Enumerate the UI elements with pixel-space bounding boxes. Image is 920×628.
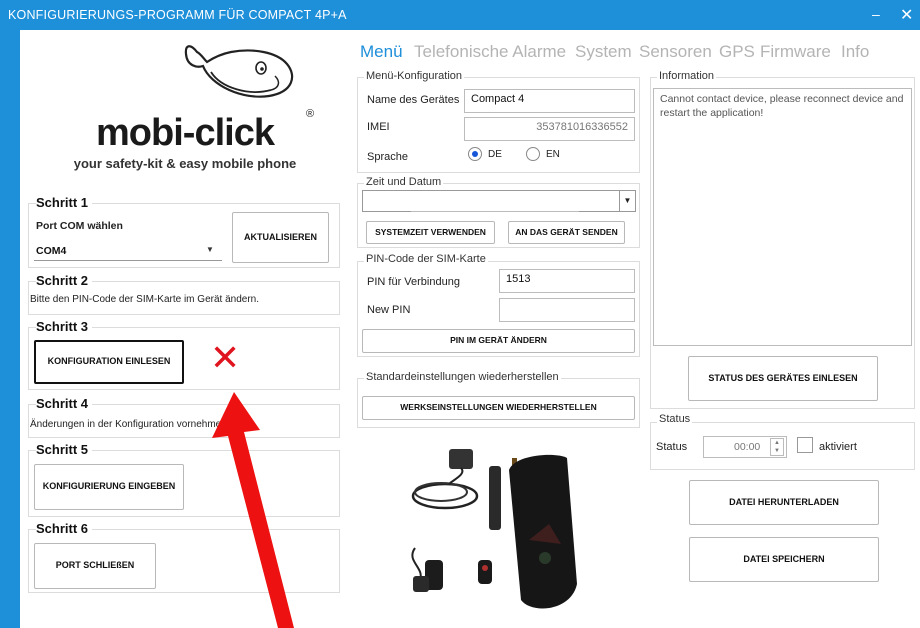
imei-label: IMEI bbox=[367, 121, 390, 133]
status-label: Status bbox=[656, 441, 688, 453]
refresh-button[interactable]: AKTUALISIEREN bbox=[232, 212, 329, 263]
window-title: KONFIGURIERUNGS-PROGRAMM FÜR COMPACT 4P+… bbox=[8, 8, 347, 22]
write-config-button[interactable]: KONFIGURIERUNG EINGEBEN bbox=[34, 464, 184, 510]
information-textarea[interactable]: Cannot contact device, please reconnect … bbox=[653, 88, 912, 346]
factory-reset-button[interactable]: WERKSEINSTELLUNGEN WIEDERHERSTELLEN bbox=[362, 396, 635, 420]
chevron-down-icon: ▼ bbox=[206, 245, 214, 254]
window-left-border bbox=[0, 30, 20, 628]
pin-label: PIN für Verbindung bbox=[367, 276, 460, 288]
spinner-icon: ▲ ▼ bbox=[770, 438, 784, 456]
information-message: Cannot contact device, please reconnect … bbox=[660, 93, 904, 119]
close-icon: ✕ bbox=[210, 337, 241, 378]
reset-legend: Standardeinstellungen wiederherstellen bbox=[364, 371, 561, 383]
minimize-button[interactable]: – bbox=[872, 6, 880, 22]
device-name-input[interactable]: Compact 4 bbox=[464, 89, 635, 113]
close-button[interactable]: ✕ bbox=[900, 5, 913, 25]
step2-title: Schritt 2 bbox=[36, 273, 93, 288]
title-bar: KONFIGURIERUNGS-PROGRAMM FÜR COMPACT 4P+… bbox=[0, 0, 920, 30]
device-kit-image bbox=[411, 449, 577, 609]
key-fob-icon bbox=[478, 560, 492, 584]
language-de-label: DE bbox=[488, 149, 502, 160]
datetime-divider bbox=[411, 211, 579, 212]
antenna-cable-coil bbox=[411, 482, 479, 510]
app-window: KONFIGURIERUNGS-PROGRAMM FÜR COMPACT 4P+… bbox=[0, 0, 920, 628]
port-com-label: Port COM wählen bbox=[36, 220, 123, 232]
registered-mark: ® bbox=[306, 108, 315, 120]
tab-info[interactable]: Info bbox=[841, 42, 869, 62]
language-en-radio[interactable] bbox=[526, 147, 540, 161]
activated-label: aktiviert bbox=[819, 441, 857, 453]
device-name-label: Name des Gerätes bbox=[367, 94, 460, 106]
status-legend: Status bbox=[657, 413, 693, 425]
port-select[interactable]: COM4 ▼ bbox=[34, 239, 222, 261]
language-label: Sprache bbox=[367, 151, 408, 163]
new-pin-label: New PIN bbox=[367, 304, 411, 316]
activated-checkbox[interactable] bbox=[797, 437, 813, 453]
pin-legend: PIN-Code der SIM-Karte bbox=[364, 253, 488, 265]
close-port-button[interactable]: PORT SCHLIEßEN bbox=[34, 543, 156, 589]
information-legend: Information bbox=[657, 70, 717, 82]
download-file-button[interactable]: DATEI HERUNTERLADEN bbox=[689, 480, 879, 525]
change-pin-button[interactable]: PIN IM GERÄT ÄNDERN bbox=[362, 329, 635, 353]
tab-gps[interactable]: GPS bbox=[719, 42, 755, 62]
status-time-value: 00:00 bbox=[734, 441, 761, 453]
status-time-input[interactable]: 00:00 ▲ ▼ bbox=[703, 436, 787, 458]
use-system-time-button[interactable]: SYSTEMZEIT VERWENDEN bbox=[366, 221, 495, 244]
brand-text: mobi-click bbox=[96, 112, 275, 154]
step2-text: Bitte den PIN-Code der SIM-Karte im Gerä… bbox=[30, 294, 259, 305]
tab-telefonische-alarme[interactable]: Telefonische Alarme bbox=[414, 42, 566, 62]
step4-title: Schritt 4 bbox=[36, 396, 93, 411]
imei-input[interactable]: 353781016336552 bbox=[464, 117, 635, 141]
read-status-button[interactable]: STATUS DES GERÄTES EINLESEN bbox=[688, 356, 878, 401]
logo: mobi-click ® your safety-kit & easy mobi… bbox=[25, 38, 345, 180]
step6-title: Schritt 6 bbox=[36, 521, 93, 536]
language-en-label: EN bbox=[546, 149, 560, 160]
step4-text: Änderungen in der Konfiguration vornehme… bbox=[30, 419, 227, 430]
step1-title: Schritt 1 bbox=[36, 195, 93, 210]
dropdown-arrow-icon: ▼ bbox=[619, 191, 635, 211]
save-file-button[interactable]: DATEI SPEICHERN bbox=[689, 537, 879, 582]
datetime-picker[interactable]: ▼ bbox=[362, 190, 636, 212]
read-config-button[interactable]: KONFIGURATION EINLESEN bbox=[34, 340, 184, 384]
menu-config-legend: Menü-Konfiguration bbox=[364, 70, 465, 82]
send-to-device-button[interactable]: AN DAS GERÄT SENDEN bbox=[508, 221, 625, 244]
tab-firmware[interactable]: Firmware bbox=[760, 42, 831, 62]
datetime-legend: Zeit und Datum bbox=[364, 176, 444, 188]
port-select-value: COM4 bbox=[36, 245, 67, 257]
tab-sensoren[interactable]: Sensoren bbox=[639, 42, 712, 62]
step5-title: Schritt 5 bbox=[36, 442, 93, 457]
pin-input[interactable]: 1513 bbox=[499, 269, 635, 293]
tab-menu[interactable]: Menü bbox=[360, 42, 403, 62]
antenna-icon bbox=[489, 466, 501, 530]
step3-title: Schritt 3 bbox=[36, 319, 93, 334]
tab-system[interactable]: System bbox=[575, 42, 632, 62]
gps-antenna-icon bbox=[449, 449, 473, 469]
language-de-radio[interactable] bbox=[468, 147, 482, 161]
new-pin-input[interactable] bbox=[499, 298, 635, 322]
brand-tagline: your safety-kit & easy mobile phone bbox=[73, 156, 297, 171]
